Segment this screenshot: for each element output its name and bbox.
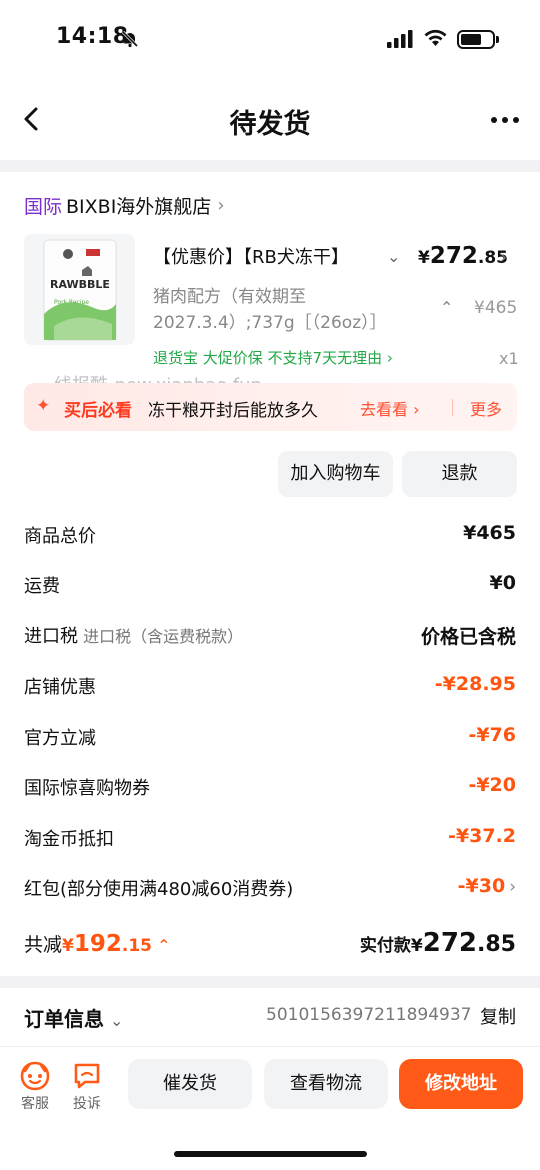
price-row-shipping: 运费 ¥0 — [24, 572, 516, 597]
price-row-red-packet[interactable]: 红包(部分使用满480减60消费券) -¥30 › — [24, 875, 516, 905]
product-quantity: x1 — [499, 349, 519, 368]
dog-food-bag-icon: RAWBBLE Pork Recipe — [43, 239, 117, 341]
modify-address-button[interactable]: 修改地址 — [399, 1059, 523, 1109]
product-price: ¥272.85 — [418, 243, 508, 269]
add-to-cart-button[interactable]: 加入购物车 — [278, 451, 393, 497]
chevron-down-icon: ⌄ — [110, 1011, 124, 1030]
section-divider — [0, 160, 540, 172]
price-row-subtotal: 商品总价 ¥465 — [24, 522, 516, 547]
tip-more-link[interactable]: 更多 — [470, 396, 502, 420]
sparkle-icon: ✦ — [36, 396, 51, 416]
order-number: 5010156397211894937 — [266, 1005, 472, 1025]
chevron-up-icon: ⌃ — [152, 936, 171, 955]
price-row-intl-coupon: 国际惊喜购物券 -¥20 — [24, 774, 516, 799]
price-chevron-right-icon[interactable]: › — [500, 247, 507, 268]
product-thumbnail[interactable]: RAWBBLE Pork Recipe — [24, 234, 135, 345]
total-saved[interactable]: 共减¥192.15 ⌃ — [24, 930, 171, 957]
view-logistics-button[interactable]: 查看物流 — [264, 1059, 388, 1109]
copy-order-number-button[interactable]: 复制 — [480, 1003, 516, 1029]
section-divider — [0, 976, 540, 988]
complaint-button[interactable]: 投诉 — [68, 1061, 106, 1113]
wifi-icon — [424, 29, 447, 46]
price-row-shop-discount: 店铺优惠 -¥28.95 — [24, 673, 516, 698]
order-info-toggle[interactable]: 订单信息 ⌄ — [24, 1003, 123, 1032]
tip-label: 买后必看 — [64, 401, 132, 421]
page-title: 待发货 — [229, 109, 311, 140]
service-guarantees[interactable]: 退货宝 大促价保 不支持7天无理由 › — [153, 347, 393, 368]
cellular-signal-icon — [387, 30, 413, 48]
product-name[interactable]: 【优惠价】【RB犬冻干】 — [153, 243, 373, 269]
battery-icon — [457, 30, 499, 49]
urge-shipping-button[interactable]: 催发货 — [128, 1059, 252, 1109]
more-options-icon[interactable] — [490, 116, 520, 124]
chevron-up-icon[interactable]: ⌃ — [440, 298, 453, 317]
product-spec: 猪肉配方（有效期至2027.3.4）;737g［（26oz）］ — [153, 287, 387, 333]
order-info: 订单信息 ⌄ 5010156397211894937 复制 — [24, 1001, 516, 1033]
shop-name: BIXBI海外旗舰店 — [66, 196, 212, 218]
total-paid: 实付款¥272.85 — [359, 928, 516, 958]
customer-service-button[interactable]: 客服 — [16, 1061, 54, 1113]
mute-bell-icon — [121, 30, 139, 48]
price-row-official-discount: 官方立减 -¥76 — [24, 724, 516, 749]
svg-text:RAWBBLE: RAWBBLE — [50, 278, 110, 291]
status-time: 14:18 — [56, 24, 129, 49]
refund-button[interactable]: 退款 — [402, 451, 517, 497]
after-purchase-tip[interactable]: ✦ 买后必看 冻干粮开封后能放多久 去看看 › 更多 — [24, 383, 517, 431]
chevron-down-icon[interactable]: ⌄ — [387, 247, 400, 266]
tip-go-link[interactable]: 去看看 › — [360, 396, 420, 420]
chevron-right-icon: › — [217, 195, 225, 216]
tip-question[interactable]: 冻干粮开封后能放多久 — [148, 396, 358, 421]
shop-header[interactable]: 国际 BIXBI海外旗舰店 › — [24, 192, 225, 219]
nav-bar: 待发货 — [0, 80, 540, 160]
original-price: ¥465 — [474, 298, 518, 318]
status-bar: 14:18 — [0, 0, 540, 80]
tip-divider — [452, 399, 453, 416]
price-row-taojinbi: 淘金币抵扣 -¥37.2 — [24, 825, 516, 850]
intl-tag: 国际 — [24, 196, 63, 218]
home-indicator[interactable] — [174, 1151, 367, 1157]
total-summary: 共减¥192.15 ⌃ 实付款¥272.85 — [24, 928, 516, 962]
customer-service-icon — [20, 1061, 50, 1091]
chevron-right-icon: › — [509, 877, 516, 897]
complaint-chat-icon — [74, 1063, 100, 1089]
price-row-import-tax: 进口税 进口税（含运费税款） 价格已含税 — [24, 626, 516, 648]
